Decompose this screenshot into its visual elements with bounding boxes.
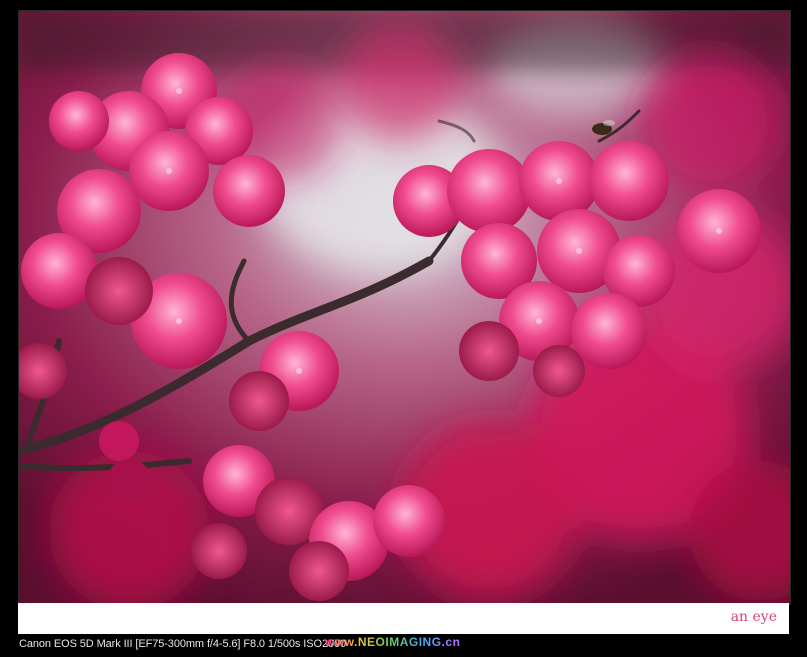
exif-info: Canon EOS 5D Mark III [EF75-300mm f/4-5.… [19, 638, 347, 650]
watermark-text: www.NEOIMAGING.cn [325, 635, 461, 649]
photo-frame: an eye Canon EOS 5D Mark III [EF75-300mm… [0, 0, 807, 657]
blossom-illustration [19, 11, 790, 604]
cherry-blossom-photo [18, 10, 791, 605]
caption-strip: an eye [18, 603, 789, 634]
photo-caption: an eye [730, 609, 777, 625]
